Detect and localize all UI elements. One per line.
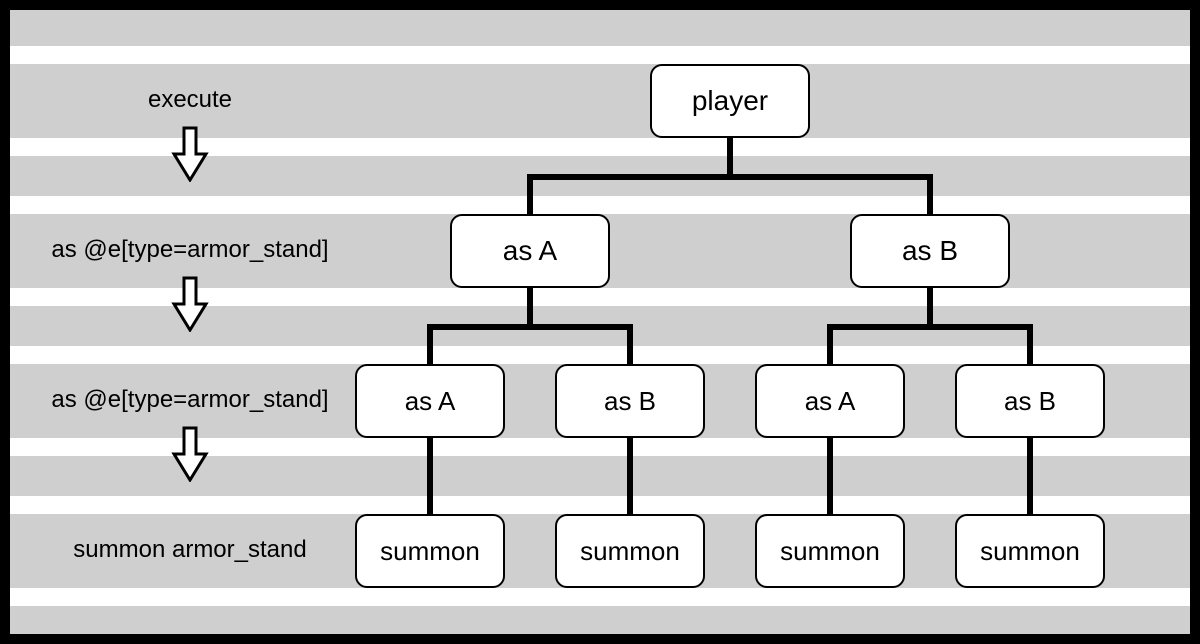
connector (527, 174, 533, 214)
node-l2-ab: as B (555, 364, 705, 438)
step-label-2: as @e[type=armor_stand] (40, 386, 340, 414)
step-label-0: execute (40, 86, 340, 114)
down-arrow-icon (170, 426, 210, 482)
connector (627, 324, 633, 364)
node-l1-a: as A (450, 214, 610, 288)
connector (1027, 324, 1033, 364)
connector (427, 324, 633, 330)
connector (1027, 438, 1033, 514)
connector (827, 324, 833, 364)
node-l3-3: summon (755, 514, 905, 588)
step-label-3: summon armor_stand (40, 536, 340, 564)
connector (827, 438, 833, 514)
node-l3-2: summon (555, 514, 705, 588)
connector (527, 174, 933, 180)
step-label-1: as @e[type=armor_stand] (40, 236, 340, 264)
down-arrow-icon (170, 126, 210, 182)
connector (827, 324, 1033, 330)
band (10, 10, 1190, 46)
node-l3-1: summon (355, 514, 505, 588)
node-l2-bb: as B (955, 364, 1105, 438)
node-root: player (650, 64, 810, 138)
node-l2-ba: as A (755, 364, 905, 438)
connector (927, 174, 933, 214)
down-arrow-icon (170, 276, 210, 332)
connector (627, 438, 633, 514)
node-l2-aa: as A (355, 364, 505, 438)
connector (427, 438, 433, 514)
diagram-canvas: execute as @e[type=armor_stand] as @e[ty… (0, 0, 1200, 644)
node-l1-b: as B (850, 214, 1010, 288)
connector (427, 324, 433, 364)
band (10, 606, 1190, 634)
node-l3-4: summon (955, 514, 1105, 588)
